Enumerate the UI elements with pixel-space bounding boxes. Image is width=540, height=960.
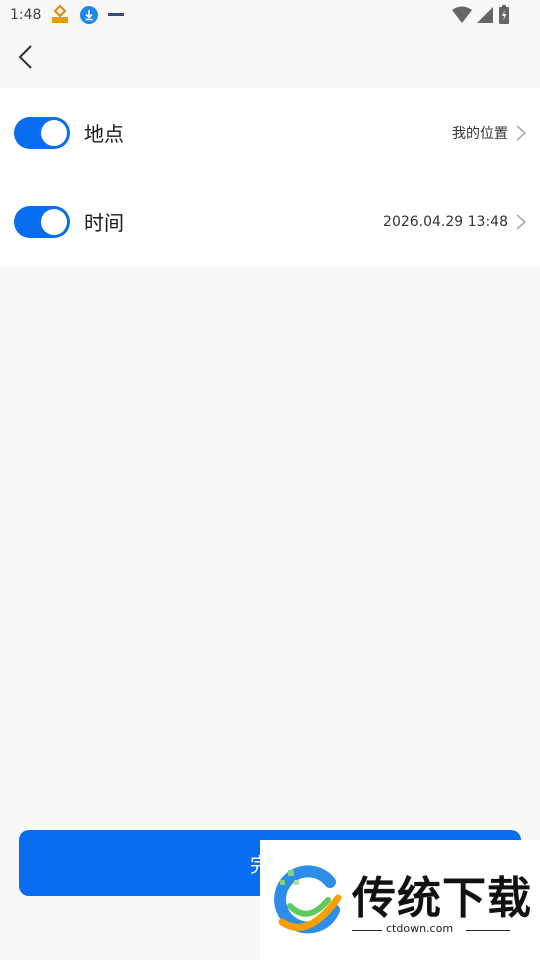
setting-row-location: 地点 我的位置 [0, 88, 540, 177]
app-notification-icon [49, 4, 71, 26]
watermark-url: ctdown.com [386, 922, 454, 935]
download-icon [79, 5, 99, 25]
status-time: 1:48 [10, 7, 42, 23]
battery-icon [498, 5, 510, 29]
settings-card: 地点 我的位置 时间 2026.04.29 13:48 [0, 88, 540, 266]
watermark-logo-icon [268, 860, 348, 940]
toggle-knob [41, 119, 67, 146]
time-value[interactable]: 2026.04.29 13:48 [383, 214, 508, 230]
time-toggle[interactable] [14, 205, 70, 238]
setting-label-location: 地点 [84, 122, 124, 146]
watermark: 传统下载 ctdown.com [260, 840, 540, 960]
location-value[interactable]: 我的位置 [452, 123, 508, 143]
chevron-right-icon[interactable] [514, 213, 528, 231]
nav-bar [0, 30, 540, 88]
screen: 1:48 地点 我的位置 时间 2026.04.29 13:48 传统下载 ct… [0, 0, 540, 960]
watermark-divider [466, 930, 510, 931]
setting-row-time: 时间 2026.04.29 13:48 [0, 177, 540, 266]
watermark-divider [352, 930, 382, 931]
watermark-title: 传统下载 [352, 873, 532, 924]
signal-icon [476, 6, 494, 28]
small-notification-icon [107, 10, 125, 20]
status-bar: 1:48 [0, 0, 540, 30]
wifi-icon [452, 6, 472, 28]
status-right [452, 5, 510, 29]
location-toggle[interactable] [14, 116, 70, 149]
chevron-right-icon[interactable] [514, 124, 528, 142]
setting-label-time: 时间 [84, 211, 124, 235]
chevron-left-icon [16, 44, 34, 74]
toggle-knob [41, 208, 67, 235]
back-button[interactable] [10, 42, 40, 76]
